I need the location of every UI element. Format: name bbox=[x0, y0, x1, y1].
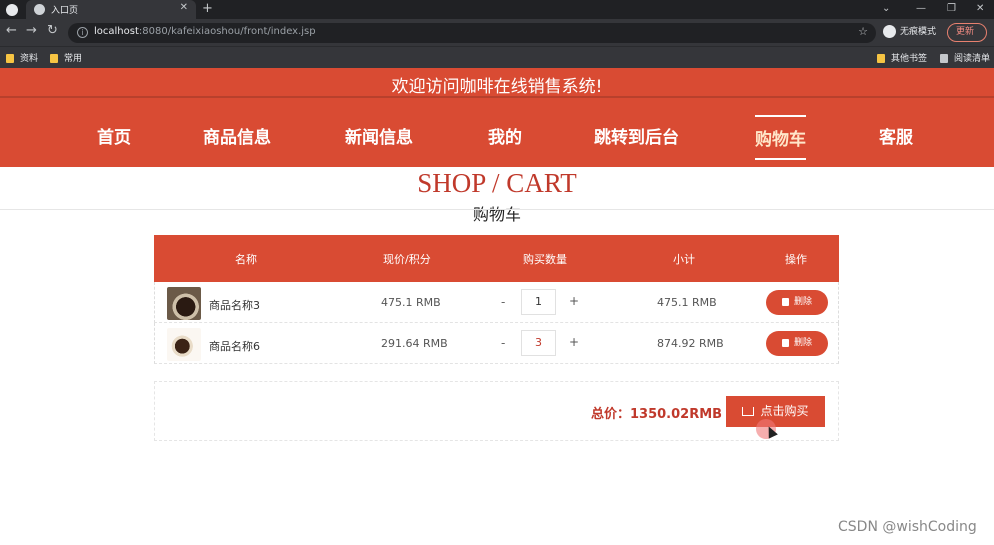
nav-mine[interactable]: 我的 bbox=[488, 123, 522, 148]
bookmark-label: 资料 bbox=[20, 54, 39, 64]
tab-title: 入口页 bbox=[51, 6, 79, 16]
bookmark-star-icon[interactable]: ☆ bbox=[858, 25, 868, 38]
url-host: localhost bbox=[94, 26, 139, 37]
bookmark-folder[interactable]: 资料 bbox=[6, 51, 38, 64]
incognito-label: 无痕模式 bbox=[900, 27, 937, 37]
product-thumbnail[interactable] bbox=[167, 287, 201, 320]
trash-icon bbox=[781, 338, 789, 347]
nav-cart[interactable]: 购物车 bbox=[755, 115, 806, 160]
nav-admin[interactable]: 跳转到后台 bbox=[594, 123, 679, 148]
update-button[interactable]: 更新 bbox=[947, 23, 987, 42]
buy-label: 点击购买 bbox=[760, 404, 809, 418]
column-header: 现价/积分 bbox=[383, 253, 431, 266]
column-header: 操作 bbox=[785, 253, 807, 266]
nav-home[interactable]: 首页 bbox=[97, 123, 131, 148]
page-title-en: SHOP / CART bbox=[417, 168, 577, 198]
minimize-icon[interactable]: — bbox=[916, 0, 926, 19]
row-subtotal: 475.1 RMB bbox=[657, 296, 717, 309]
cart-total: 总价：1350.02RMB bbox=[591, 407, 723, 422]
nav-news[interactable]: 新闻信息 bbox=[345, 123, 413, 148]
bookmarks-bar: 资料 常用 其他书签 阅读清单 bbox=[0, 46, 994, 68]
forward-icon[interactable]: → bbox=[26, 23, 37, 39]
banner-title: 欢迎访问咖啡在线销售系统! bbox=[391, 77, 603, 97]
tab-search-icon[interactable]: ⌄ bbox=[882, 0, 890, 19]
product-price: 291.64 RMB bbox=[381, 337, 448, 350]
reload-icon[interactable]: ↻ bbox=[47, 23, 58, 39]
table-row: 商品名称3 475.1 RMB - 1 + 475.1 RMB 删除 bbox=[154, 282, 839, 323]
bookmark-folder-other[interactable]: 其他书签 bbox=[877, 51, 927, 64]
browser-tab[interactable]: 入口页 ✕ bbox=[26, 0, 196, 19]
column-header: 购买数量 bbox=[523, 253, 567, 266]
row-subtotal: 874.92 RMB bbox=[657, 337, 724, 350]
globe-icon bbox=[34, 4, 45, 15]
bookmark-label: 常用 bbox=[64, 54, 83, 64]
reading-list[interactable]: 阅读清单 bbox=[940, 51, 990, 64]
product-name[interactable]: 商品名称3 bbox=[209, 297, 260, 313]
incognito-indicator[interactable]: 无痕模式 bbox=[883, 24, 936, 38]
table-row: 商品名称6 291.64 RMB - 3 + 874.92 RMB 删除 bbox=[154, 323, 839, 364]
product-price: 475.1 RMB bbox=[381, 296, 441, 309]
table-header: 名称 现价/积分 购买数量 小计 操作 bbox=[154, 235, 839, 282]
bookmark-label: 其他书签 bbox=[891, 54, 928, 64]
page-heading: SHOP / CART 购物车 bbox=[0, 168, 994, 224]
close-window-icon[interactable]: ✕ bbox=[976, 0, 984, 19]
increase-qty-button[interactable]: + bbox=[569, 335, 579, 349]
decrease-qty-button[interactable]: - bbox=[501, 336, 505, 350]
back-icon[interactable]: ← bbox=[6, 23, 17, 39]
trash-icon bbox=[781, 297, 789, 306]
product-thumbnail[interactable] bbox=[167, 328, 201, 361]
folder-icon bbox=[50, 54, 58, 63]
column-header: 名称 bbox=[235, 253, 257, 266]
nav-products[interactable]: 商品信息 bbox=[203, 123, 271, 148]
delete-label: 删除 bbox=[793, 338, 812, 348]
url-field[interactable]: i localhost:8080/kafeixiaoshou/front/ind… bbox=[68, 23, 876, 43]
address-bar-row: ← → ↻ i localhost:8080/kafeixiaoshou/fro… bbox=[0, 19, 994, 46]
quantity-input[interactable]: 1 bbox=[521, 289, 556, 315]
new-tab-icon[interactable]: + bbox=[202, 0, 213, 18]
url-path: :8080/kafeixiaoshou/front/index.jsp bbox=[138, 26, 316, 37]
cart-summary: 总价：1350.02RMB 点击购买 bbox=[154, 381, 839, 441]
close-tab-icon[interactable]: ✕ bbox=[180, 2, 188, 13]
bookmark-label: 阅读清单 bbox=[954, 54, 991, 64]
nav-service[interactable]: 客服 bbox=[879, 123, 913, 148]
site-banner: 欢迎访问咖啡在线销售系统! bbox=[0, 68, 994, 98]
buy-button[interactable]: 点击购买 bbox=[726, 396, 825, 427]
cart-table: 名称 现价/积分 购买数量 小计 操作 商品名称3 475.1 RMB - 1 … bbox=[154, 235, 839, 364]
decrease-qty-button[interactable]: - bbox=[501, 295, 505, 309]
restore-icon[interactable]: ❐ bbox=[947, 0, 956, 19]
incognito-icon bbox=[883, 25, 896, 38]
bookmark-folder[interactable]: 常用 bbox=[50, 51, 82, 64]
delete-button[interactable]: 删除 bbox=[766, 290, 828, 315]
cart-icon bbox=[742, 407, 755, 416]
main-nav: 首页 商品信息 新闻信息 我的 跳转到后台 购物车 客服 bbox=[0, 98, 994, 167]
info-icon[interactable]: i bbox=[77, 27, 88, 38]
column-header: 小计 bbox=[673, 253, 695, 266]
quantity-input[interactable]: 3 bbox=[521, 330, 556, 356]
browser-tab-bar: 入口页 ✕ + ⌄ — ❐ ✕ bbox=[0, 0, 994, 19]
divider bbox=[0, 209, 994, 210]
increase-qty-button[interactable]: + bbox=[569, 294, 579, 308]
delete-button[interactable]: 删除 bbox=[766, 331, 828, 356]
product-name[interactable]: 商品名称6 bbox=[209, 338, 260, 354]
watermark: CSDN @wishCoding bbox=[838, 519, 977, 535]
delete-label: 删除 bbox=[793, 297, 812, 307]
browser-menu-icon[interactable] bbox=[6, 4, 18, 16]
folder-icon bbox=[6, 54, 14, 63]
reading-list-icon bbox=[940, 54, 948, 63]
folder-icon bbox=[877, 54, 885, 63]
page-title-cn: 购物车 bbox=[472, 205, 521, 224]
